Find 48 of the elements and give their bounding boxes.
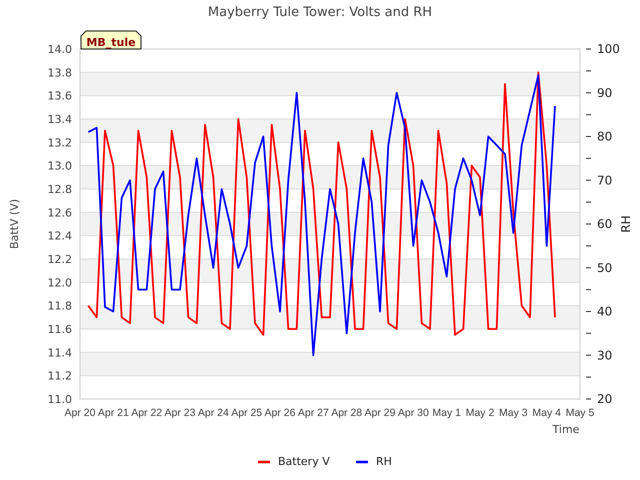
tick-label: Apr 29 bbox=[364, 407, 396, 419]
tick-label: 13.6 bbox=[48, 90, 72, 103]
tick-label: 12.6 bbox=[48, 206, 72, 220]
tick-label: 12.0 bbox=[48, 276, 72, 290]
tick-label: 11.6 bbox=[48, 323, 72, 336]
tick-label: 11.8 bbox=[48, 300, 72, 313]
tick-label: 100 bbox=[597, 42, 620, 56]
tick-label: Apr 20 bbox=[64, 407, 96, 419]
tick-label: May 2 bbox=[466, 407, 494, 419]
tick-label: Apr 22 bbox=[131, 407, 162, 419]
axis-label: RH bbox=[619, 215, 633, 233]
tick-label: 13.4 bbox=[48, 113, 72, 126]
tick-label: Apr 28 bbox=[331, 407, 362, 419]
tick-label: 11.2 bbox=[48, 370, 72, 383]
tick-label: Apr 25 bbox=[231, 407, 262, 419]
tick-label: Apr 21 bbox=[98, 407, 129, 419]
tick-label: May 5 bbox=[566, 407, 594, 419]
tick-label: 60 bbox=[597, 217, 612, 231]
tick-label: 70 bbox=[597, 173, 612, 188]
tick-label: May 1 bbox=[432, 407, 461, 419]
tick-label: 90 bbox=[597, 86, 612, 100]
tick-label: May 3 bbox=[499, 407, 528, 419]
tick-label: 12.8 bbox=[48, 183, 72, 196]
tick-label: 14.0 bbox=[48, 43, 72, 56]
chart-title: Mayberry Tule Tower: Volts and RH bbox=[208, 5, 432, 20]
tick-label: 12.4 bbox=[48, 230, 72, 243]
tick-label: 13.2 bbox=[48, 136, 72, 150]
tick-label: 13.8 bbox=[48, 66, 72, 80]
tick-label: Apr 23 bbox=[164, 407, 196, 419]
axis-label: Time bbox=[552, 423, 580, 436]
tick-label: 40 bbox=[597, 304, 612, 318]
tick-label: 20 bbox=[597, 392, 612, 406]
tick-label: 80 bbox=[597, 130, 612, 144]
legend-label: RH bbox=[376, 455, 392, 468]
tick-label: May 4 bbox=[532, 407, 561, 419]
tick-label: 11.0 bbox=[48, 393, 72, 406]
tick-label: 50 bbox=[597, 260, 612, 275]
tick-label: 30 bbox=[597, 348, 612, 362]
legend-label: Battery V bbox=[278, 455, 330, 468]
tick-label: 11.4 bbox=[48, 346, 72, 360]
tick-label: Apr 30 bbox=[398, 407, 429, 419]
tick-label: Apr 24 bbox=[198, 407, 229, 419]
tick-label: 13.0 bbox=[48, 160, 72, 173]
tick-label: 12.2 bbox=[48, 253, 72, 266]
tick-label: Apr 26 bbox=[264, 407, 296, 419]
station-badge: MB_tule bbox=[80, 30, 142, 50]
tick-label: Apr 27 bbox=[298, 407, 329, 419]
axis-label: BattV (V) bbox=[8, 198, 21, 250]
